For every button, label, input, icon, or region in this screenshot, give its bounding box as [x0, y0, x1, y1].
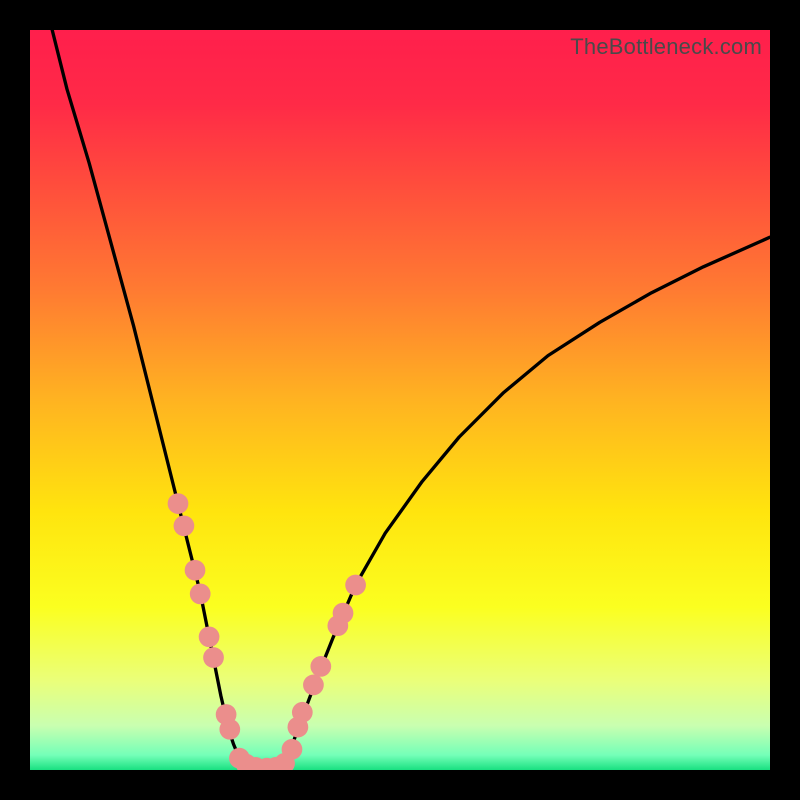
chart-svg: [30, 30, 770, 770]
data-marker: [310, 656, 331, 677]
data-marker: [303, 675, 324, 696]
data-marker: [174, 515, 195, 536]
data-marker: [190, 584, 211, 605]
data-marker: [345, 575, 366, 596]
watermark-text: TheBottleneck.com: [570, 34, 762, 60]
data-marker: [282, 739, 303, 760]
plot-area: TheBottleneck.com: [30, 30, 770, 770]
chart-frame: TheBottleneck.com: [0, 0, 800, 800]
data-marker: [168, 493, 189, 514]
data-marker: [219, 719, 240, 740]
data-marker: [292, 702, 313, 723]
data-marker: [199, 626, 220, 647]
data-marker: [203, 647, 224, 668]
data-marker: [333, 603, 354, 624]
gradient-background: [30, 30, 770, 770]
data-marker: [185, 560, 206, 581]
